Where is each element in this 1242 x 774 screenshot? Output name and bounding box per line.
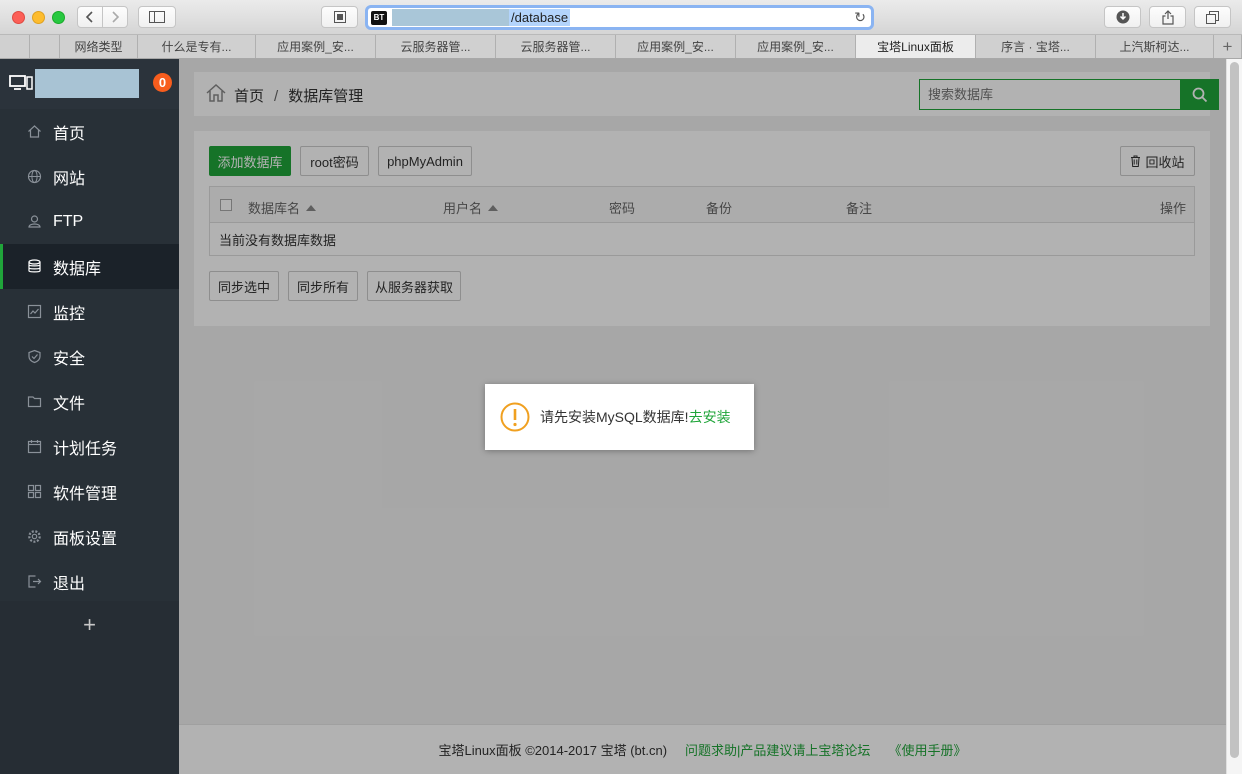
chevron-left-icon xyxy=(85,11,93,23)
sidebar-item-label: 计划任务 xyxy=(53,440,118,458)
browser-tab-bar: 网络类型 什么是专有... 应用案例_安... 云服务器管... 云服务器管..… xyxy=(0,35,1242,59)
logout-icon xyxy=(28,575,42,588)
browser-tab[interactable]: 网络类型 xyxy=(60,35,138,58)
browser-tab-active[interactable]: 宝塔Linux面板 xyxy=(856,35,976,58)
warning-icon xyxy=(500,402,530,432)
sidebar-toggle-button[interactable] xyxy=(138,6,176,28)
browser-tab-pinned[interactable] xyxy=(30,35,60,58)
folder-icon xyxy=(27,396,42,408)
install-mysql-dialog: 请先安装MySQL数据库!去安装 xyxy=(485,384,754,450)
sidebar-item-cron[interactable]: 计划任务 xyxy=(0,424,179,469)
sidebar-item-settings[interactable]: 面板设置 xyxy=(0,514,179,559)
minimize-window-button[interactable] xyxy=(32,11,45,24)
home-icon xyxy=(28,125,41,138)
browser-tab[interactable]: 序言 · 宝塔... xyxy=(976,35,1096,58)
back-button[interactable] xyxy=(77,6,103,28)
sidebar: 0 首页 网站 FTP 数据库 监控 安全 文件 计划任务 软件管理 面板设置 xyxy=(0,59,179,774)
browser-tab[interactable]: 应用案例_安... xyxy=(616,35,736,58)
sidebar-icon xyxy=(149,11,165,23)
sidebar-item-files[interactable]: 文件 xyxy=(0,379,179,424)
sidebar-item-label: 文件 xyxy=(53,395,86,413)
browser-tab[interactable]: 云服务器管... xyxy=(496,35,616,58)
go-install-link[interactable]: 去安装 xyxy=(689,409,731,425)
sidebar-item-label: 数据库 xyxy=(53,260,102,278)
monitor-chart-icon xyxy=(27,304,42,319)
sidebar-item-ftp[interactable]: FTP xyxy=(0,199,179,244)
gear-icon xyxy=(28,530,41,543)
calendar-icon xyxy=(27,440,42,454)
url-path: /database xyxy=(509,9,571,26)
page-scrollbar[interactable] xyxy=(1226,59,1242,774)
sidebar-item-label: 安全 xyxy=(53,350,86,368)
download-icon xyxy=(1116,10,1129,24)
browser-tab[interactable]: 什么是专有... xyxy=(138,35,256,58)
sidebar-item-security[interactable]: 安全 xyxy=(0,334,179,379)
close-window-button[interactable] xyxy=(12,11,25,24)
sidebar-item-monitor[interactable]: 监控 xyxy=(0,289,179,334)
server-name-redacted xyxy=(35,69,139,98)
sidebar-item-label: 软件管理 xyxy=(53,485,118,503)
scrollbar-thumb[interactable] xyxy=(1230,62,1239,758)
dialog-message-wrap: 请先安装MySQL数据库!去安装 xyxy=(540,407,731,427)
sidebar-item-home[interactable]: 首页 xyxy=(0,109,179,154)
sidebar-item-database[interactable]: 数据库 xyxy=(0,244,179,289)
window-titlebar: BT /database ↻ xyxy=(0,0,1242,35)
sidebar-item-label: 面板设置 xyxy=(53,530,118,548)
sidebar-item-label: 退出 xyxy=(53,575,86,593)
reload-icon[interactable]: ↻ xyxy=(854,9,866,26)
zoom-window-button[interactable] xyxy=(52,11,65,24)
downloads-button[interactable] xyxy=(1104,6,1141,28)
address-bar[interactable]: BT /database ↻ xyxy=(365,5,874,30)
sidebar-header: 0 xyxy=(0,59,179,109)
forward-button[interactable] xyxy=(102,6,128,28)
shield-icon xyxy=(28,349,41,364)
url-host-redacted xyxy=(392,9,509,26)
tabs-icon xyxy=(1206,10,1219,24)
browser-tab[interactable]: 应用案例_安... xyxy=(256,35,376,58)
sidebar-item-label: FTP xyxy=(53,212,84,230)
reader-icon xyxy=(333,11,346,23)
sidebar-item-label: 首页 xyxy=(53,125,86,143)
monitor-icon xyxy=(9,75,33,90)
notification-badge[interactable]: 0 xyxy=(153,73,172,92)
apps-grid-icon xyxy=(27,484,42,499)
browser-tab-pinned[interactable] xyxy=(0,35,30,58)
site-favicon: BT xyxy=(371,10,387,25)
share-button[interactable] xyxy=(1149,6,1186,28)
browser-tab[interactable]: 云服务器管... xyxy=(376,35,496,58)
new-tab-button[interactable]: + xyxy=(1214,35,1242,58)
dialog-message: 请先安装MySQL数据库! xyxy=(540,409,689,425)
sidebar-item-label: 网站 xyxy=(53,170,86,188)
globe-icon xyxy=(27,169,42,184)
show-tabs-button[interactable] xyxy=(1194,6,1231,28)
chevron-right-icon xyxy=(112,11,120,23)
ftp-icon xyxy=(28,215,41,228)
database-icon xyxy=(28,259,41,273)
reader-button[interactable] xyxy=(321,6,358,28)
sidebar-add-button[interactable]: + xyxy=(0,604,179,646)
sidebar-item-logout[interactable]: 退出 xyxy=(0,559,179,604)
share-icon xyxy=(1161,9,1174,25)
sidebar-item-website[interactable]: 网站 xyxy=(0,154,179,199)
sidebar-item-software[interactable]: 软件管理 xyxy=(0,469,179,514)
browser-tab[interactable]: 上汽斯柯达... xyxy=(1096,35,1214,58)
sidebar-item-label: 监控 xyxy=(53,305,86,323)
browser-tab[interactable]: 应用案例_安... xyxy=(736,35,856,58)
